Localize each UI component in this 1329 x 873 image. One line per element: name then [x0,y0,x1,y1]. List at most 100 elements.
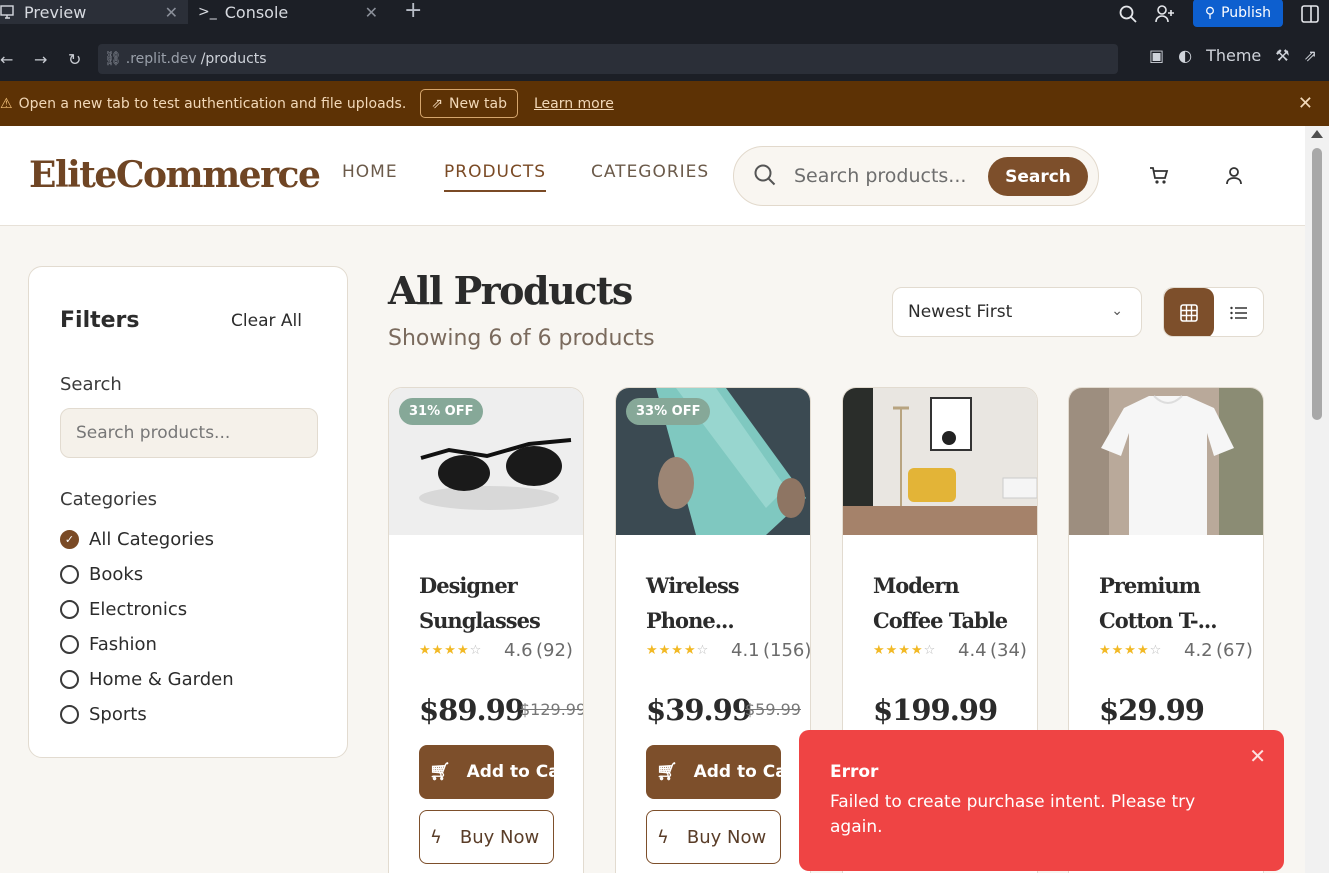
reload-icon[interactable]: ↻ [68,50,81,69]
filter-search-input[interactable]: Search products... [60,408,318,458]
search-icon[interactable] [1119,5,1137,23]
product-card[interactable]: 31% OFF Designer Sunglasses ★★★★☆ 4.6 (9… [388,387,584,873]
category-label: Books [89,564,144,585]
grid-view-button[interactable] [1164,288,1214,336]
store-logo[interactable]: EliteCommerce [29,154,321,196]
learn-more-link[interactable]: Learn more [534,96,614,112]
close-icon[interactable]: ✕ [1298,93,1313,114]
close-icon[interactable]: ✕ [365,3,378,22]
product-name[interactable]: Designer Sunglasses [419,568,569,638]
warning-icon: ⚠ [0,95,13,112]
user-icon[interactable] [1224,166,1244,186]
toast-message: Failed to create purchase intent. Please… [830,792,1196,837]
terminal-icon: >_ [198,4,217,20]
product-name[interactable]: Wireless Phone... [646,568,796,638]
category-all[interactable]: ✓ All Categories [60,529,214,550]
publish-button[interactable]: ⚲ Publish [1192,0,1283,27]
nav-home[interactable]: HOME [342,162,398,182]
product-image-tshirt [1069,388,1263,535]
add-to-cart-button[interactable]: 🛒︎ Add to Cart [419,745,554,799]
back-arrow-icon[interactable]: ← [0,50,13,69]
buy-now-label: Buy Now [459,826,540,848]
buy-now-button[interactable]: ϟ Buy Now [419,810,554,864]
rating-value: 4.1 [731,640,760,661]
clear-all-button[interactable]: Clear All [231,311,302,331]
new-tab-button[interactable]: ⇗ New tab [420,89,518,118]
search-label: Search [60,374,122,395]
header-search: Search products... Search [733,146,1099,206]
store-header: EliteCommerce HOME PRODUCTS CATEGORIES S… [0,126,1305,226]
old-price: $59.99 [745,700,801,719]
add-user-icon[interactable] [1155,5,1175,23]
external-link-icon[interactable]: ⇗ [1304,46,1317,65]
category-books[interactable]: Books [60,564,143,585]
sidebar-toggle-icon[interactable] [1301,5,1319,23]
banner-message: Open a new tab to test authentication an… [18,95,407,112]
nav-products[interactable]: PRODUCTS [444,162,547,192]
price: $89.99 [419,693,525,727]
tab-console[interactable]: >_ Console ✕ [198,0,388,24]
palette-icon[interactable]: ◐ [1178,46,1192,65]
search-icon [754,164,776,186]
link-icon: ⛓ [104,51,122,67]
devices-icon[interactable]: ▣ [1149,46,1164,65]
category-sports[interactable]: Sports [60,704,147,725]
product-card[interactable]: 33% OFF Wireless Phone... ★★★★☆ 4.1 (156… [615,387,811,873]
scrollbar[interactable] [1305,126,1329,873]
tab-preview[interactable]: Preview ✕ [0,0,188,24]
product-name[interactable]: Modern Coffee Table [873,568,1023,638]
url-field[interactable]: ⛓ .replit.dev/products [98,44,1118,74]
add-to-cart-button[interactable]: 🛒︎ Add to Cart [646,745,781,799]
list-icon [1230,306,1247,320]
close-icon[interactable]: ✕ [165,3,178,22]
toast-title: Error [830,762,879,782]
buy-now-button[interactable]: ϟ Buy Now [646,810,781,864]
search-input[interactable]: Search products... [794,165,966,187]
radio-icon [60,670,79,689]
search-button[interactable]: Search [988,157,1088,196]
ide-top-actions: ⚲ Publish [1119,0,1329,28]
radio-icon [60,565,79,584]
notice-banner: ⚠ Open a new tab to test authentication … [0,81,1329,126]
cart-icon[interactable] [1149,166,1169,186]
scroll-up-arrow-icon[interactable] [1311,130,1323,138]
star-rating-icon: ★★★★☆ [646,643,710,658]
error-toast: ✕ Error Failed to create purchase intent… [799,730,1284,871]
scrollbar-thumb[interactable] [1312,148,1322,420]
chevron-down-icon: ⌄ [1111,303,1123,319]
publish-label: Publish [1221,5,1271,21]
monitor-icon [0,5,14,19]
category-electronics[interactable]: Electronics [60,599,187,620]
theme-label[interactable]: Theme [1206,46,1261,65]
discount-badge: 33% OFF [626,398,711,425]
product-count: Showing 6 of 6 products [388,326,655,351]
tab-label: Preview [24,2,87,22]
category-home-garden[interactable]: Home & Garden [60,669,234,690]
review-count: (34) [990,640,1027,661]
old-price: $129.99 [520,700,584,719]
rating-value: 4.6 [504,640,533,661]
external-link-icon: ⇗ [431,95,444,112]
add-tab-icon[interactable]: + [404,0,422,23]
wrench-icon[interactable]: ⚒ [1275,46,1289,65]
radio-icon [60,705,79,724]
review-count: (156) [763,640,811,661]
publish-icon: ⚲ [1204,5,1216,21]
category-fashion[interactable]: Fashion [60,634,157,655]
radio-icon [60,600,79,619]
category-label: Sports [89,704,147,725]
product-name[interactable]: Premium Cotton T-... [1099,568,1249,638]
categories-label: Categories [60,489,158,510]
close-icon[interactable]: ✕ [1249,744,1266,768]
sort-select[interactable]: Newest First ⌄ [892,287,1142,337]
forward-arrow-icon[interactable]: → [34,50,47,69]
category-label: All Categories [89,529,215,550]
url-host: .replit.dev [125,51,197,67]
nav-categories[interactable]: CATEGORIES [591,162,709,182]
price: $39.99 [646,693,752,727]
list-view-button[interactable] [1214,288,1263,336]
view-toggle [1163,287,1264,337]
category-label: Electronics [89,599,188,620]
filters-panel: Filters Clear All Search Search products… [28,266,348,758]
product-image-coffee-table [843,388,1037,535]
